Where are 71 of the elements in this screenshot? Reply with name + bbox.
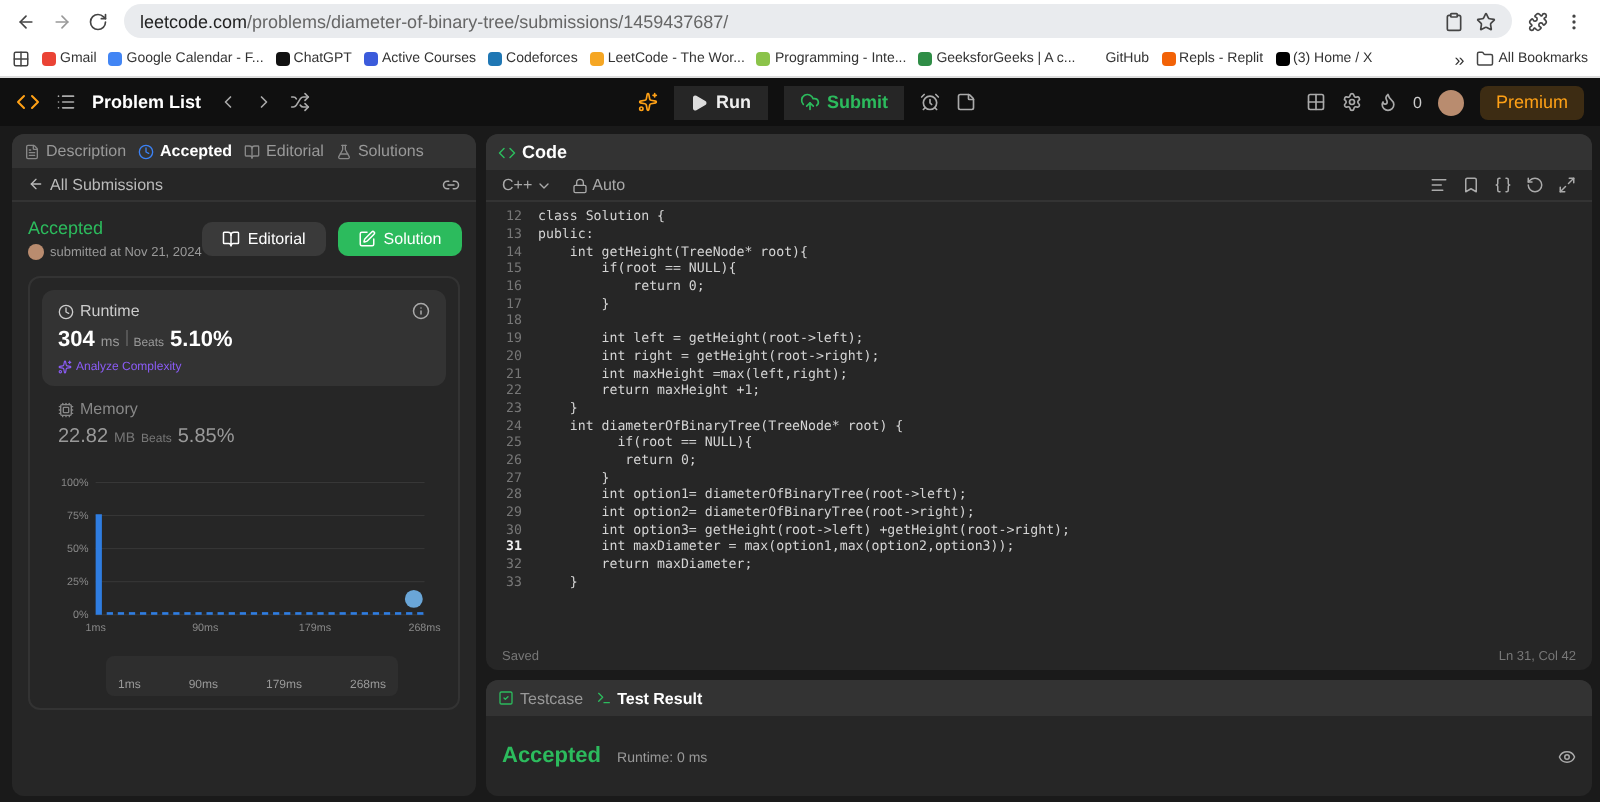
upload-icon xyxy=(799,92,820,112)
streak-icon xyxy=(1377,92,1398,112)
logo-icon xyxy=(16,90,40,114)
beats-value: 5.85% xyxy=(177,426,235,448)
panel-tab[interactable]: Description xyxy=(24,142,127,160)
chip-icon xyxy=(58,401,74,417)
code-icon xyxy=(498,143,516,161)
folder-icon xyxy=(1476,50,1495,68)
panel-tab[interactable]: Accepted xyxy=(138,142,233,160)
result-tab[interactable]: Test Result xyxy=(595,689,703,707)
debug-icon[interactable] xyxy=(638,92,659,112)
extensions-icon[interactable] xyxy=(1528,11,1548,31)
reset-icon[interactable] xyxy=(1526,176,1544,194)
info-icon[interactable] xyxy=(412,302,430,320)
lock-icon xyxy=(572,177,589,193)
list-icon xyxy=(56,92,76,112)
shuffle-icon[interactable] xyxy=(289,92,310,112)
expand-icon[interactable] xyxy=(1558,176,1576,194)
editorial-button[interactable]: Editorial xyxy=(201,222,326,256)
book-icon xyxy=(221,230,240,248)
layout-icon[interactable] xyxy=(1305,92,1326,112)
avatar xyxy=(28,244,44,260)
star-icon[interactable] xyxy=(1476,11,1496,31)
eye-icon[interactable] xyxy=(1558,747,1576,765)
document-icon xyxy=(24,143,40,159)
address-bar[interactable]: leetcode.com/problems/diameter-of-binary-tree/submissions/1459437687/ xyxy=(124,4,1512,38)
problem-list-link[interactable]: Problem List xyxy=(92,92,202,112)
beats-value: 5.10% xyxy=(170,328,233,352)
streak-count: 0 xyxy=(1413,93,1422,111)
link-icon[interactable] xyxy=(442,175,460,193)
result-tab[interactable]: Testcase xyxy=(498,689,584,707)
memory-value: 22.82 xyxy=(58,426,109,448)
format-icon[interactable] xyxy=(1430,176,1448,194)
forward-icon[interactable] xyxy=(52,11,72,31)
book-icon xyxy=(244,143,261,159)
panel-tab[interactable]: Solutions xyxy=(335,142,424,160)
play-icon xyxy=(690,93,709,111)
avatar[interactable] xyxy=(1438,89,1464,115)
clipboard-icon[interactable] xyxy=(1444,11,1464,31)
panel-tab[interactable]: Editorial xyxy=(244,142,324,160)
clock-icon xyxy=(58,303,74,319)
result-status: Accepted xyxy=(502,744,602,768)
checkbox-icon xyxy=(498,690,514,706)
status-text: Accepted xyxy=(28,218,106,238)
submit-button[interactable]: Submit xyxy=(783,85,905,119)
avatar xyxy=(404,589,423,608)
all-submissions-link[interactable]: All Submissions xyxy=(28,175,163,193)
bookmark-icon[interactable] xyxy=(1462,176,1480,194)
back-arrow-icon xyxy=(28,176,44,192)
memory-title: Memory xyxy=(58,400,430,418)
flask-icon xyxy=(335,143,352,159)
run-button[interactable]: Run xyxy=(674,85,768,119)
settings-icon[interactable] xyxy=(1341,92,1362,112)
reload-icon[interactable] xyxy=(88,11,108,31)
notes-icon[interactable] xyxy=(956,92,977,112)
premium-button[interactable]: Premium xyxy=(1480,85,1585,119)
runtime-title: Runtime xyxy=(58,302,140,320)
runtime-value: 304 xyxy=(58,328,95,352)
timer-icon[interactable] xyxy=(920,92,941,112)
pen-icon xyxy=(357,230,376,248)
chart-bar xyxy=(95,514,102,615)
code-tab[interactable]: Code xyxy=(498,142,567,162)
terminal-icon xyxy=(595,690,612,706)
clock-icon xyxy=(138,143,155,159)
apps-icon[interactable] xyxy=(12,50,30,68)
back-icon[interactable] xyxy=(16,11,36,31)
sparkle-icon xyxy=(58,360,72,374)
language-dropdown[interactable]: C++ xyxy=(502,176,553,194)
mode-label[interactable]: Auto xyxy=(572,176,626,194)
more-bookmarks[interactable]: » xyxy=(1454,49,1465,69)
braces-icon[interactable] xyxy=(1494,176,1512,194)
